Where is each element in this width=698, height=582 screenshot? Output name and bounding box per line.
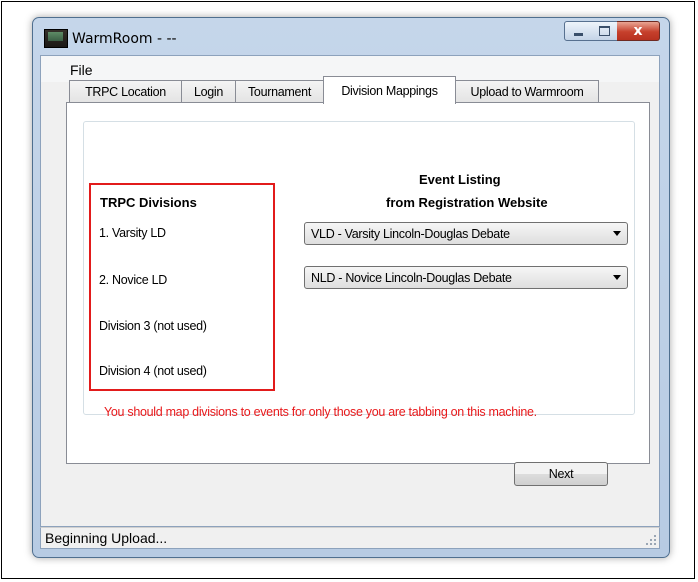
chevron-down-icon [613,231,621,236]
tab-tournament[interactable]: Tournament [235,80,324,103]
minimize-button[interactable] [564,21,592,41]
tab-login[interactable]: Login [181,80,236,103]
window-title: WarmRoom - -- [72,31,177,47]
event-select-1-value: VLD - Varsity Lincoln-Douglas Debate [311,227,510,241]
title-bar[interactable]: WarmRoom - -- x [33,18,669,55]
next-button[interactable]: Next [514,462,608,486]
warmroom-app-icon [44,29,68,48]
event-listing-heading: Event Listing [419,172,501,187]
event-select-2[interactable]: NLD - Novice Lincoln-Douglas Debate [304,266,628,289]
registration-website-heading: from Registration Website [386,195,548,210]
event-select-1[interactable]: VLD - Varsity Lincoln-Douglas Debate [304,222,628,245]
status-text: Beginning Upload... [45,530,168,546]
minimize-icon [573,33,583,36]
mapping-warning-text: You should map divisions to events for o… [104,405,537,419]
screenshot-frame: WarmRoom - -- x File Beginning Upload... [1,1,695,579]
event-select-2-value: NLD - Novice Lincoln-Douglas Debate [311,271,512,285]
maximize-button[interactable] [591,21,618,41]
close-icon: x [633,23,643,39]
close-button[interactable]: x [617,21,660,41]
divisions-highlight-box [89,183,275,391]
resize-grip-icon[interactable] [646,535,656,545]
tab-trpc-location[interactable]: TRPC Location [69,80,182,103]
tab-division-mappings[interactable]: Division Mappings [323,76,456,104]
maximize-icon [598,26,610,36]
chevron-down-icon [613,275,621,280]
menu-file[interactable]: File [70,62,93,78]
status-bar: Beginning Upload... [40,527,660,549]
tab-upload-to-warmroom[interactable]: Upload to Warmroom [455,80,599,103]
